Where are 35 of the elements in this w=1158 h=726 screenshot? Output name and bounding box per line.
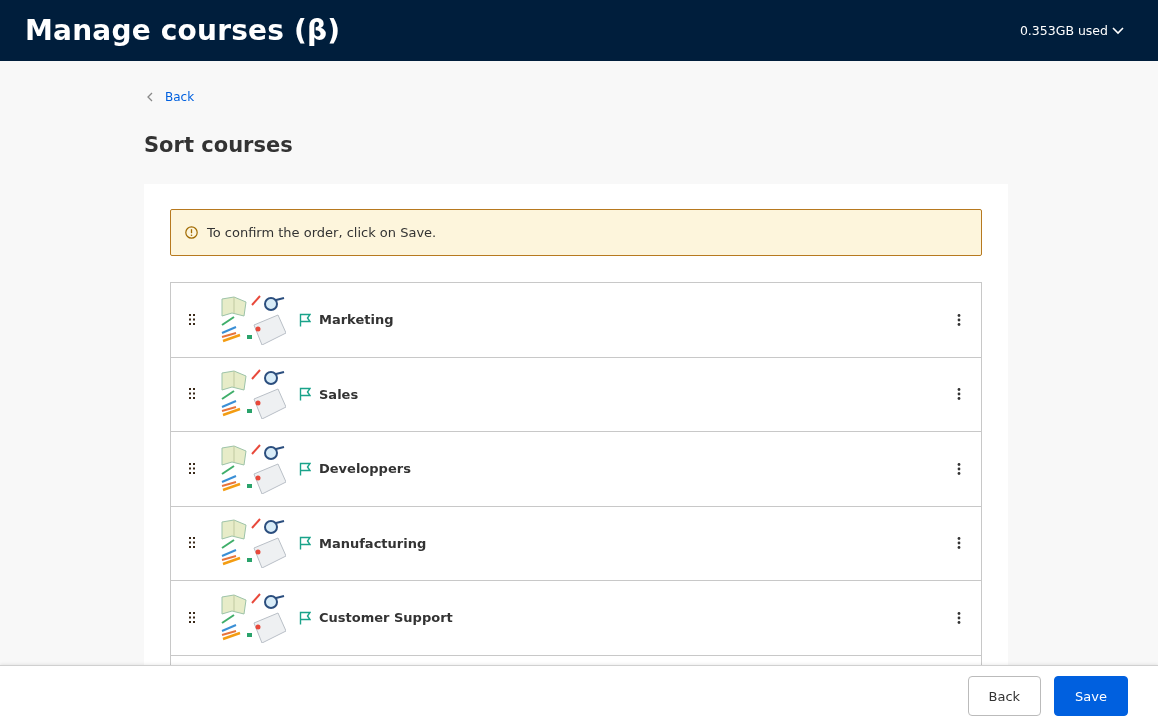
flag-icon [299, 312, 311, 327]
course-name: Marketing [319, 312, 395, 328]
course-thumbnail-drawing [220, 294, 286, 345]
back-link[interactable]: Back [147, 90, 195, 104]
course-thumbnail-drawing [220, 369, 286, 420]
drag-handle-icon[interactable] [189, 537, 195, 550]
chevron-down-icon [1112, 26, 1124, 35]
drag-handle-icon[interactable] [189, 462, 195, 475]
more-options-icon[interactable] [957, 313, 961, 326]
more-options-icon[interactable] [957, 388, 961, 401]
drag-handle-icon[interactable] [189, 611, 195, 624]
course-thumbnail-drawing [220, 592, 286, 643]
flag-icon [299, 610, 311, 625]
page-title: Sort courses [144, 133, 294, 157]
drag-handle-icon[interactable] [189, 313, 195, 326]
flag-icon [299, 536, 311, 551]
more-options-icon[interactable] [957, 537, 961, 550]
flag-icon [299, 461, 311, 476]
storage-dropdown[interactable]: 0.353GB used [1019, 23, 1124, 38]
course-thumbnail-drawing [220, 443, 286, 494]
more-options-icon[interactable] [957, 611, 961, 624]
flag-icon [299, 387, 311, 402]
drag-handle-icon[interactable] [189, 388, 195, 401]
chevron-left-icon [147, 92, 153, 102]
alert-message: To confirm the order, click on Save. [207, 225, 437, 240]
alert-icon [185, 226, 198, 239]
course-name: Manufacturing [319, 535, 428, 551]
course-name: Customer Support [319, 610, 454, 626]
save-button[interactable]: Save [1054, 676, 1128, 716]
course-thumbnail-drawing [220, 518, 286, 569]
course-name: Developpers [319, 461, 412, 477]
course-name: Sales [319, 386, 360, 402]
back-button[interactable]: Back [967, 676, 1042, 716]
app-title: Manage courses (β) [25, 14, 341, 47]
more-options-icon[interactable] [957, 462, 961, 475]
